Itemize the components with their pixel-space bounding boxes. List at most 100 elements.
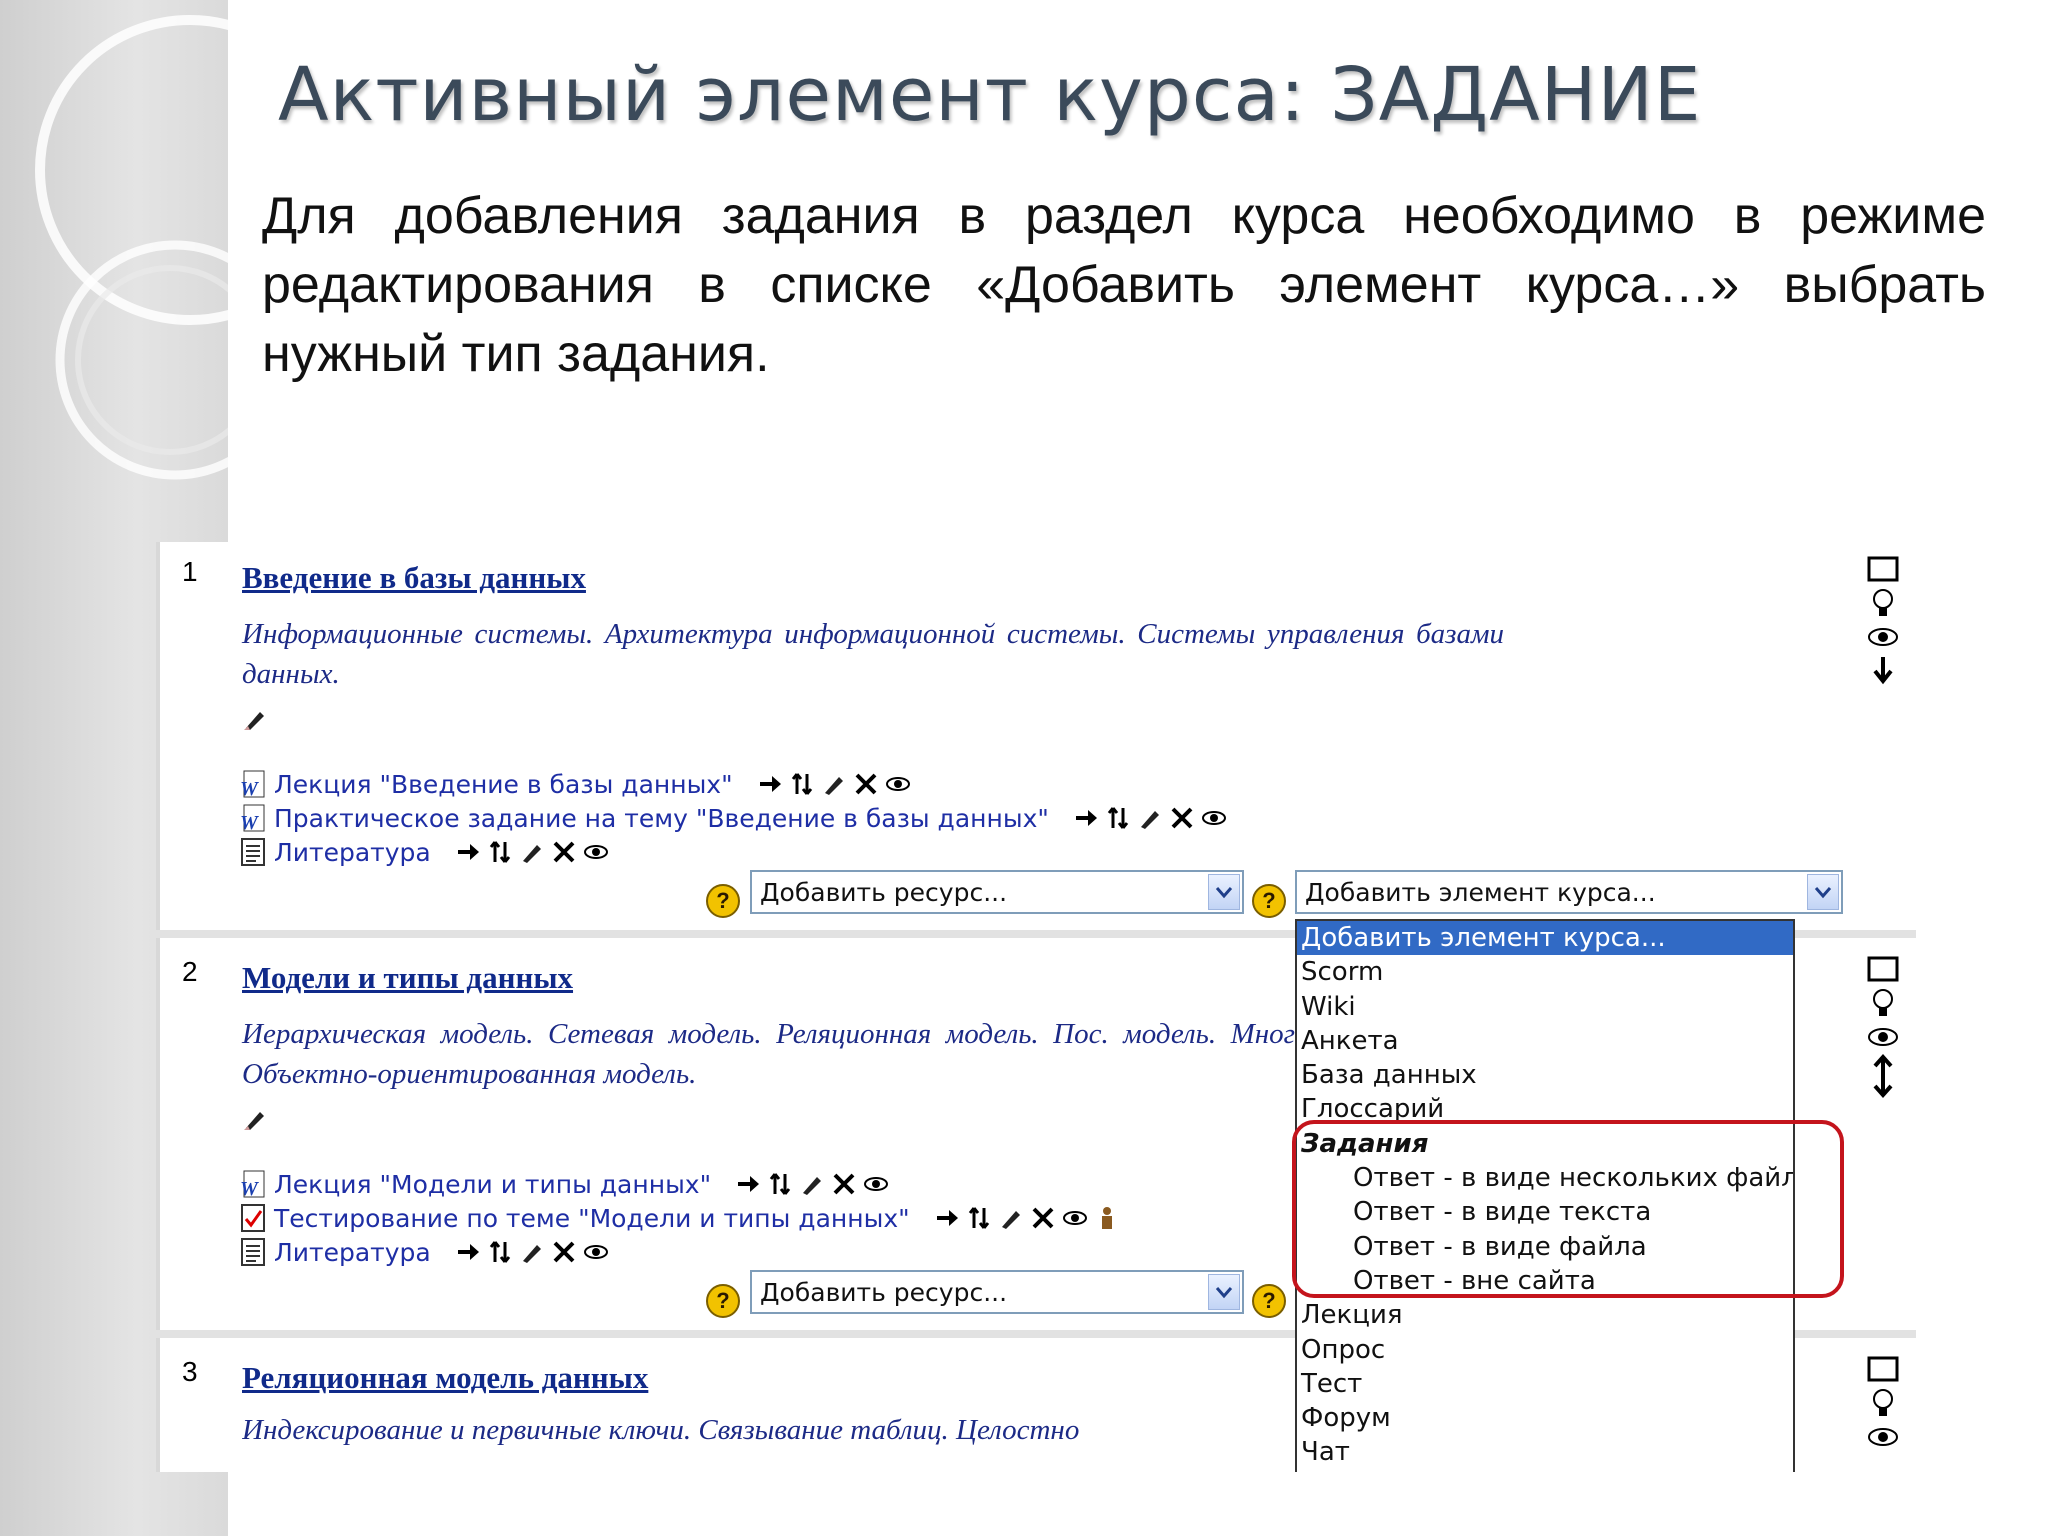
resource-link[interactable]: Литература <box>274 838 431 867</box>
move-right-icon[interactable] <box>455 839 481 865</box>
delete-icon[interactable] <box>853 771 879 797</box>
help-icon[interactable]: ? <box>1252 884 1286 918</box>
dropdown-option[interactable]: Добавить элемент курса... <box>1297 921 1793 956</box>
help-icon[interactable]: ? <box>706 884 740 918</box>
delete-icon[interactable] <box>1169 805 1195 831</box>
dropdown-option[interactable]: Анкета <box>1297 1024 1793 1058</box>
text-page-icon <box>241 838 265 866</box>
eye-icon[interactable] <box>1866 620 1900 654</box>
section-title[interactable]: Введение в базы данных <box>242 560 586 596</box>
eye-icon[interactable] <box>885 771 911 797</box>
delete-icon[interactable] <box>551 839 577 865</box>
delete-icon[interactable] <box>831 1171 857 1197</box>
dropdown-option[interactable]: Scorm <box>1297 955 1793 989</box>
chevron-down-icon[interactable] <box>1208 874 1240 910</box>
eye-icon[interactable] <box>863 1171 889 1197</box>
chevron-down-icon[interactable] <box>1807 874 1839 910</box>
resource-link[interactable]: Тестирование по теме "Модели и типы данн… <box>274 1204 910 1233</box>
resource-tools <box>1073 805 1227 831</box>
resource-tools <box>735 1171 889 1197</box>
dropdown-option[interactable]: Форум <box>1297 1401 1793 1435</box>
add-resource-select[interactable]: Добавить ресурс... <box>750 1270 1244 1314</box>
section-border <box>156 1338 160 1472</box>
resource-tools <box>455 1239 609 1265</box>
edit-icon[interactable] <box>799 1171 825 1197</box>
dropdown-option[interactable]: Wiki <box>1297 990 1793 1024</box>
lightbulb-icon[interactable] <box>1866 986 1900 1020</box>
move-updown-icon[interactable] <box>1105 805 1131 831</box>
section-title[interactable]: Реляционная модель данных <box>242 1360 648 1396</box>
move-updown-icon[interactable] <box>487 1239 513 1265</box>
move-right-icon[interactable] <box>455 1239 481 1265</box>
edit-icon[interactable] <box>519 839 545 865</box>
lightbulb-icon[interactable] <box>1866 586 1900 620</box>
dropdown-option[interactable]: База данных <box>1297 1058 1793 1092</box>
resource-link[interactable]: Лекция "Введение в базы данных" <box>274 770 733 799</box>
dropdown-option[interactable]: Чат <box>1297 1435 1793 1469</box>
resource-link[interactable]: Литература <box>274 1238 431 1267</box>
eye-icon[interactable] <box>1866 1020 1900 1054</box>
section-title[interactable]: Модели и типы данных <box>242 960 573 996</box>
section-number: 2 <box>182 956 198 987</box>
delete-icon[interactable] <box>1030 1205 1056 1231</box>
resource-link[interactable]: Практическое задание на тему "Введение в… <box>274 804 1049 833</box>
edit-summary-icon[interactable] <box>242 1106 268 1132</box>
section-controls <box>1866 1352 1902 1454</box>
dropdown-option[interactable]: Опрос <box>1297 1333 1793 1367</box>
move-updown-icon[interactable] <box>487 839 513 865</box>
resource-tools <box>934 1205 1120 1231</box>
resource-row: Литература <box>238 1236 609 1268</box>
section-controls <box>1866 552 1902 688</box>
move-right-icon[interactable] <box>735 1171 761 1197</box>
resource-link[interactable]: Лекция "Модели и типы данных" <box>274 1170 711 1199</box>
move-updown-icon[interactable] <box>767 1171 793 1197</box>
checkbox-icon[interactable] <box>1866 952 1900 986</box>
svg-text:W: W <box>240 778 259 799</box>
eye-icon[interactable] <box>1201 805 1227 831</box>
svg-text:W: W <box>240 1178 259 1199</box>
section-summary: Индексирование и первичные ключи. Связыв… <box>242 1414 1080 1446</box>
section-summary: Информационные системы. Архитектура инфо… <box>242 618 1504 690</box>
dropdown-option[interactable]: Тест <box>1297 1367 1793 1401</box>
dropdown-option[interactable]: Лекция <box>1297 1298 1793 1332</box>
edit-icon[interactable] <box>821 771 847 797</box>
slide-body-text: Для добавления задания в раздел курса не… <box>262 187 1986 383</box>
chevron-down-icon[interactable] <box>1208 1274 1240 1310</box>
eye-icon[interactable] <box>583 1239 609 1265</box>
checkbox-icon[interactable] <box>1866 552 1900 586</box>
resource-row: Тестирование по теме "Модели и типы данн… <box>238 1202 1120 1234</box>
help-icon[interactable]: ? <box>1252 1284 1286 1318</box>
edit-summary-icon[interactable] <box>242 706 268 732</box>
edit-icon[interactable] <box>998 1205 1024 1231</box>
resource-tools <box>757 771 911 797</box>
add-activity-select[interactable]: Добавить элемент курса... <box>1295 870 1843 914</box>
add-resource-select[interactable]: Добавить ресурс... <box>750 870 1244 914</box>
section-border <box>156 938 160 1338</box>
eye-icon[interactable] <box>1866 1420 1900 1454</box>
text-page-icon <box>241 1238 265 1266</box>
lightbulb-icon[interactable] <box>1866 1386 1900 1420</box>
move-updown-icon[interactable] <box>789 771 815 797</box>
edit-icon[interactable] <box>1137 805 1163 831</box>
section-number: 1 <box>182 556 198 587</box>
eye-icon[interactable] <box>583 839 609 865</box>
course-screenshot: 1 Введение в базы данных Информационные … <box>156 542 1916 1472</box>
resource-row: W Практическое задание на тему "Введение… <box>238 802 1227 834</box>
move-updown-icon[interactable] <box>966 1205 992 1231</box>
move-right-icon[interactable] <box>1073 805 1099 831</box>
user-roles-icon[interactable] <box>1094 1205 1120 1231</box>
word-doc-icon: W <box>240 1170 265 1199</box>
slide-title: Активный элемент курса: ЗАДАНИЕ <box>278 52 1702 138</box>
help-icon[interactable]: ? <box>706 1284 740 1318</box>
svg-text:W: W <box>240 812 259 833</box>
arrow-updown-icon[interactable] <box>1866 1054 1900 1098</box>
delete-icon[interactable] <box>551 1239 577 1265</box>
move-right-icon[interactable] <box>934 1205 960 1231</box>
checkbox-icon[interactable] <box>1866 1352 1900 1386</box>
arrow-down-icon[interactable] <box>1866 654 1900 688</box>
word-doc-icon: W <box>240 804 265 833</box>
edit-icon[interactable] <box>519 1239 545 1265</box>
move-right-icon[interactable] <box>757 771 783 797</box>
eye-icon[interactable] <box>1062 1205 1088 1231</box>
add-resource-value: Добавить ресурс... <box>760 878 1008 907</box>
